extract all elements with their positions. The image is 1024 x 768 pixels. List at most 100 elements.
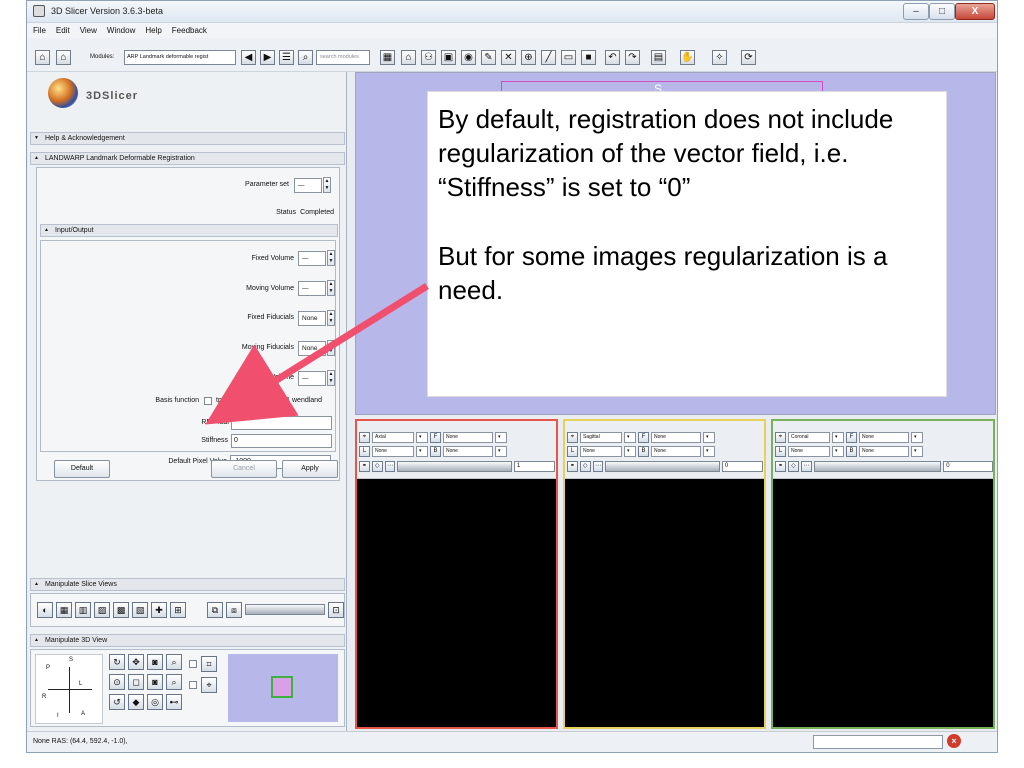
- slice-tool-icon-2[interactable]: ▦: [56, 602, 72, 618]
- coronal-offset-slider[interactable]: [813, 460, 942, 472]
- zoom-in-icon[interactable]: ⌕: [166, 654, 182, 670]
- ruler-icon[interactable]: ▭: [561, 50, 576, 65]
- manipulate-3d-header[interactable]: Manipulate 3D View: [30, 634, 345, 647]
- moving-fiducials-spin[interactable]: ▲ ▼: [327, 340, 335, 356]
- slice-view-sagittal[interactable]: ⌖ Sagittal ▾ F None ▾ L None ▾ B None ▾ …: [563, 419, 766, 729]
- sagittal-offset-slider[interactable]: [605, 460, 720, 472]
- slice-tool-icon-4[interactable]: ▨: [94, 602, 110, 618]
- editor-icon[interactable]: ✎: [481, 50, 496, 65]
- axial-label-icon[interactable]: L: [359, 445, 370, 457]
- slice-tool-icon-1[interactable]: ◐: [37, 602, 53, 618]
- coronal-pin-icon[interactable]: ⌖: [775, 431, 786, 443]
- refresh-icon[interactable]: ⟳: [741, 50, 756, 65]
- axial-bg-icon[interactable]: B: [430, 445, 441, 457]
- axial-more-icon[interactable]: ⋯: [384, 460, 396, 472]
- panel-icon[interactable]: ■: [581, 50, 596, 65]
- fov-icon[interactable]: ⊷: [166, 694, 182, 710]
- moving-fiducials-select[interactable]: None: [298, 341, 326, 356]
- axial-fg-icon[interactable]: F: [430, 431, 441, 443]
- axial-offset-value[interactable]: 1: [513, 460, 555, 472]
- axial-label-select[interactable]: None: [372, 445, 414, 457]
- zoom-out-icon[interactable]: ⌕: [166, 674, 182, 690]
- coronal-bg-select[interactable]: None: [859, 445, 909, 457]
- network-icon[interactable]: ⚇: [421, 50, 436, 65]
- sagittal-label-icon[interactable]: L: [567, 445, 578, 457]
- axial-fg-select[interactable]: None: [443, 431, 493, 443]
- moving-volume-select[interactable]: —: [298, 281, 326, 296]
- crosshair-icon[interactable]: ✚: [151, 602, 167, 618]
- slice-tool-icon-6[interactable]: ▧: [132, 602, 148, 618]
- axial-pin-icon[interactable]: ⌖: [359, 431, 370, 443]
- line-icon[interactable]: ╱: [541, 50, 556, 65]
- tps-checkbox[interactable]: [204, 397, 212, 405]
- 3d-option-icon-2[interactable]: ⌖: [201, 677, 217, 693]
- menu-edit[interactable]: Edit: [56, 26, 70, 35]
- coronal-link-icon[interactable]: ⚭: [775, 460, 786, 472]
- stiffness-field[interactable]: 0: [231, 434, 332, 448]
- menu-file[interactable]: File: [33, 26, 46, 35]
- close-button[interactable]: X: [955, 3, 995, 20]
- coronal-fg-icon[interactable]: F: [846, 431, 857, 443]
- coronal-fg-select[interactable]: None: [859, 431, 909, 443]
- load-scene-icon[interactable]: ⌂: [35, 50, 50, 65]
- measure-icon[interactable]: ⊕: [521, 50, 536, 65]
- axial-visibility-icon[interactable]: ◇: [371, 460, 383, 472]
- module-selector[interactable]: ARP Landmark deformable regist: [124, 50, 236, 65]
- fixed-volume-spin[interactable]: ▲ ▼: [327, 250, 335, 266]
- slice-view-coronal[interactable]: ⌖ Coronal ▾ F None ▾ L None ▾ B None ▾ ⚭…: [771, 419, 995, 729]
- axial-bg-select[interactable]: None: [443, 445, 493, 457]
- sagittal-fg-select[interactable]: None: [651, 431, 701, 443]
- sagittal-bg-spin[interactable]: ▾: [703, 445, 715, 457]
- sagittal-bg-select[interactable]: None: [651, 445, 701, 457]
- cancel-button[interactable]: Cancel: [211, 460, 277, 478]
- coronal-orientation-spin[interactable]: ▾: [832, 431, 844, 443]
- forward-icon[interactable]: ▶: [260, 50, 275, 65]
- maximize-button[interactable]: □: [929, 3, 955, 20]
- fixed-fiducials-select[interactable]: None: [298, 311, 326, 326]
- coronal-visibility-icon[interactable]: ◇: [787, 460, 799, 472]
- slice-fov-slider[interactable]: [245, 604, 325, 615]
- sagittal-visibility-icon[interactable]: ◇: [579, 460, 591, 472]
- coronal-label-select[interactable]: None: [788, 445, 830, 457]
- fixed-fiducials-spin[interactable]: ▲ ▼: [327, 310, 335, 326]
- wendland-checkbox[interactable]: [281, 397, 289, 405]
- moving-volume-spin[interactable]: ▲ ▼: [327, 280, 335, 296]
- undo-icon[interactable]: ↶: [605, 50, 620, 65]
- 3d-option-icon-1[interactable]: ⌗: [201, 656, 217, 672]
- slice-sync-icon[interactable]: ⧈: [226, 602, 242, 618]
- coronal-fg-spin[interactable]: ▾: [911, 431, 923, 443]
- sagittal-fg-spin[interactable]: ▾: [703, 431, 715, 443]
- rock-icon[interactable]: ◆: [128, 694, 144, 710]
- menu-view[interactable]: View: [80, 26, 97, 35]
- output-volume-select[interactable]: —: [298, 371, 326, 386]
- pick-mode-icon[interactable]: ✧: [712, 50, 727, 65]
- slice-link-icon[interactable]: ⧉: [207, 602, 223, 618]
- rbf-radius-field[interactable]: [231, 416, 332, 430]
- spin-icon[interactable]: ↺: [109, 694, 125, 710]
- axial-link-icon[interactable]: ⚭: [359, 460, 370, 472]
- back-icon[interactable]: ◀: [241, 50, 256, 65]
- sagittal-bg-icon[interactable]: B: [638, 445, 649, 457]
- radial-checkbox[interactable]: [236, 397, 244, 405]
- parameter-set-spin[interactable]: ▲ ▼: [323, 177, 331, 193]
- snapshot-icon[interactable]: ◙: [147, 674, 163, 690]
- pan-icon[interactable]: ✥: [128, 654, 144, 670]
- center-icon[interactable]: ⊙: [109, 674, 125, 690]
- home-icon[interactable]: ⌂: [401, 50, 416, 65]
- sagittal-label-select[interactable]: None: [580, 445, 622, 457]
- sagittal-link-icon[interactable]: ⚭: [567, 460, 578, 472]
- axial-fg-spin[interactable]: ▾: [495, 431, 507, 443]
- sagittal-offset-value[interactable]: 0: [721, 460, 763, 472]
- menu-feedback[interactable]: Feedback: [172, 26, 207, 35]
- coronal-offset-value[interactable]: 0: [943, 460, 993, 472]
- io-section-header[interactable]: Input/Output: [40, 224, 338, 237]
- fixed-volume-select[interactable]: —: [298, 251, 326, 266]
- slice-tool-icon-5[interactable]: ▩: [113, 602, 129, 618]
- axial-bg-spin[interactable]: ▾: [495, 445, 507, 457]
- coronal-bg-spin[interactable]: ▾: [911, 445, 923, 457]
- axial-offset-slider[interactable]: [397, 460, 512, 472]
- save-scene-icon[interactable]: ⌂: [56, 50, 71, 65]
- layout-icon-1[interactable]: ▦: [380, 50, 395, 65]
- error-log-icon[interactable]: ×: [947, 734, 961, 748]
- orientation-widget[interactable]: P S R L I A: [35, 654, 103, 724]
